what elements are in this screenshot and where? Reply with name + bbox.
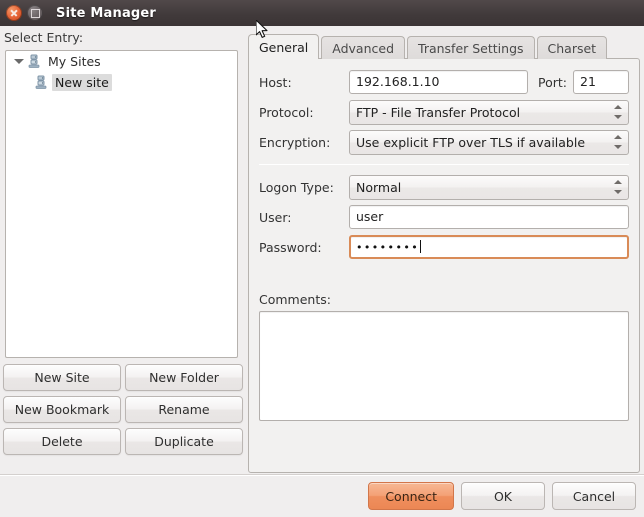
encryption-value: Use explicit FTP over TLS if available — [356, 134, 586, 150]
site-settings-pane: General Advanced Transfer Settings Chars… — [248, 26, 640, 474]
protocol-label: Protocol: — [259, 104, 314, 120]
encryption-select[interactable]: Use explicit FTP over TLS if available — [349, 129, 629, 155]
window-titlebar: Site Manager — [0, 0, 644, 26]
select-entry-label: Select Entry: — [4, 30, 84, 45]
divider — [259, 164, 629, 165]
comments-textarea[interactable] — [259, 311, 629, 421]
cancel-button[interactable]: Cancel — [552, 482, 636, 510]
password-row: Password: •••••••• — [259, 232, 629, 262]
protocol-select[interactable]: FTP - File Transfer Protocol — [349, 99, 629, 125]
logon-type-row: Logon Type: Normal — [259, 172, 629, 202]
dialog-action-bar: Connect OK Cancel — [0, 474, 644, 517]
encryption-label: Encryption: — [259, 134, 331, 150]
tab-general[interactable]: General — [248, 34, 320, 60]
tree-item-my-sites[interactable]: My Sites — [6, 51, 237, 72]
close-icon[interactable] — [6, 5, 22, 21]
protocol-row: Protocol: FTP - File Transfer Protocol — [259, 97, 629, 127]
window-title: Site Manager — [56, 5, 157, 21]
logon-type-select[interactable]: Normal — [349, 174, 629, 200]
spinner-arrows-icon[interactable] — [614, 134, 623, 150]
protocol-value: FTP - File Transfer Protocol — [356, 104, 521, 120]
port-label: Port: — [538, 74, 567, 90]
dialog-buttons: Connect OK Cancel — [368, 482, 636, 510]
user-row: User: user — [259, 202, 629, 232]
comments-label: Comments: — [259, 292, 331, 307]
new-site-button[interactable]: New Site — [3, 364, 121, 391]
new-bookmark-button[interactable]: New Bookmark — [3, 396, 121, 423]
general-tab-panel: Host: 192.168.1.10 Port: 21 Protocol: FT… — [248, 58, 640, 473]
password-label: Password: — [259, 239, 322, 255]
host-row: Host: 192.168.1.10 Port: 21 — [259, 67, 629, 97]
user-input[interactable]: user — [349, 205, 629, 229]
settings-tabs: General Advanced Transfer Settings Chars… — [248, 34, 609, 60]
tree-actions: New Site New Folder New Bookmark Rename … — [3, 364, 243, 455]
triangle-down-icon[interactable] — [12, 55, 25, 68]
port-input[interactable]: 21 — [573, 70, 629, 94]
logon-type-value: Normal — [356, 179, 402, 195]
tree-item-label: New site — [52, 74, 112, 91]
encryption-row: Encryption: Use explicit FTP over TLS if… — [259, 127, 629, 157]
user-label: User: — [259, 209, 292, 225]
password-input[interactable]: •••••••• — [349, 235, 629, 259]
server-group-icon — [27, 54, 41, 69]
new-folder-button[interactable]: New Folder — [125, 364, 243, 391]
password-value: •••••••• — [356, 241, 420, 254]
site-tree[interactable]: My Sites New site — [5, 50, 238, 358]
entry-selection-pane: Select Entry: My Sites New site New Site… — [0, 26, 246, 461]
server-icon — [34, 75, 48, 90]
tree-item-label: My Sites — [48, 54, 101, 69]
tab-charset[interactable]: Charset — [536, 36, 608, 59]
delete-button[interactable]: Delete — [3, 428, 121, 455]
rename-button[interactable]: Rename — [125, 396, 243, 423]
spinner-arrows-icon[interactable] — [614, 104, 623, 120]
tab-advanced[interactable]: Advanced — [321, 36, 406, 59]
text-caret — [420, 240, 422, 253]
site-manager-dialog: Select Entry: My Sites New site New Site… — [0, 26, 644, 517]
maximize-icon[interactable] — [27, 5, 43, 21]
tree-item-new-site[interactable]: New site — [6, 72, 237, 93]
duplicate-button[interactable]: Duplicate — [125, 428, 243, 455]
tab-transfer-settings[interactable]: Transfer Settings — [407, 36, 535, 59]
connect-button[interactable]: Connect — [368, 482, 454, 510]
spinner-arrows-icon[interactable] — [614, 179, 623, 195]
logon-type-label: Logon Type: — [259, 179, 334, 195]
host-label: Host: — [259, 74, 292, 90]
host-input[interactable]: 192.168.1.10 — [349, 70, 528, 94]
ok-button[interactable]: OK — [461, 482, 545, 510]
